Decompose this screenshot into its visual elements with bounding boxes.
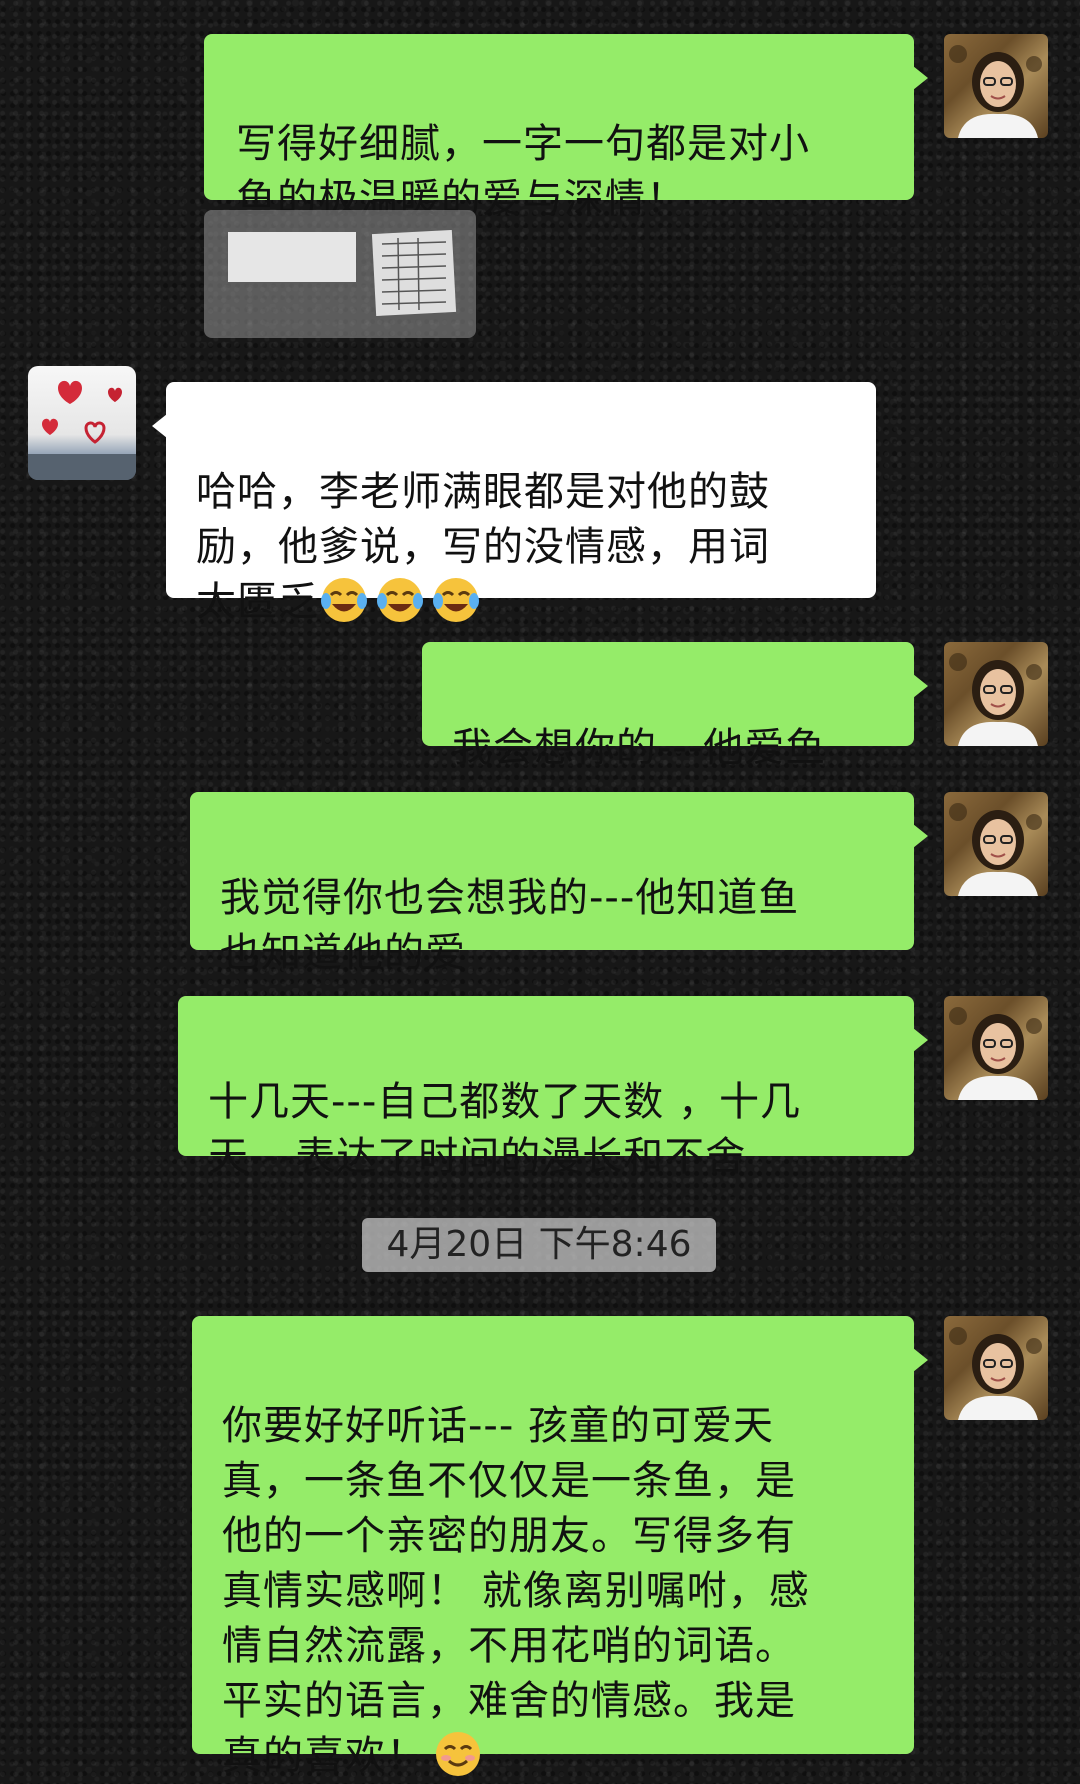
message-bubble-my-3[interactable]: 我觉得你也会想我的---他知道鱼 也知道他的爱 bbox=[190, 792, 928, 976]
my-avatar[interactable] bbox=[944, 34, 1048, 138]
portrait-icon bbox=[949, 653, 1042, 746]
message-text: 我觉得你也会想我的---他知道鱼 也知道他的爱 bbox=[220, 875, 800, 976]
handwritten-page-icon bbox=[371, 230, 457, 316]
hearts-icon bbox=[28, 380, 136, 480]
tears-of-joy-emoji-icon bbox=[377, 578, 423, 622]
tears-of-joy-emoji-icon bbox=[433, 578, 479, 622]
message-text: 十几天---自己都数了天数 ，十几 天---表达了时间的漫长和不舍 bbox=[208, 1079, 802, 1180]
tears-of-joy-emoji-icon bbox=[321, 578, 367, 622]
portrait-icon bbox=[949, 803, 1042, 896]
my-avatar[interactable] bbox=[944, 642, 1048, 746]
message-text: 写得好细腻，一字一句都是对小 鱼的极温暖的爱与深情！ bbox=[236, 121, 810, 222]
message-bubble-contact-1[interactable]: 哈哈，李老师满眼都是对他的鼓 励，他爹说，写的没情感，用词 太匮乏 bbox=[152, 382, 876, 625]
message-bubble-my-4[interactable]: 十几天---自己都数了天数 ，十几 天---表达了时间的漫长和不舍 bbox=[178, 996, 928, 1180]
contact-avatar[interactable] bbox=[28, 366, 136, 480]
message-bubble-my-1[interactable]: 写得好细腻，一字一句都是对小 鱼的极温暖的爱与深情！ bbox=[204, 34, 928, 222]
portrait-icon bbox=[949, 1327, 1042, 1420]
attachment-thumbnail[interactable] bbox=[204, 210, 476, 338]
my-avatar[interactable] bbox=[944, 996, 1048, 1100]
message-text: 你要好好听话--- 孩童的可爱天 真，一条鱼不仅仅是一条鱼，是 他的一个亲密的朋… bbox=[222, 1403, 810, 1779]
timestamp-badge: 4月20日 下午8:46 bbox=[362, 1218, 716, 1272]
my-avatar[interactable] bbox=[944, 1316, 1048, 1420]
my-avatar[interactable] bbox=[944, 792, 1048, 896]
portrait-icon bbox=[949, 1007, 1042, 1100]
message-text: 我会想你的---他爱鱼 bbox=[452, 725, 827, 771]
message-bubble-my-2[interactable]: 我会想你的---他爱鱼 bbox=[422, 642, 928, 771]
message-bubble-my-5[interactable]: 你要好好听话--- 孩童的可爱天 真，一条鱼不仅仅是一条鱼，是 他的一个亲密的朋… bbox=[192, 1316, 928, 1779]
portrait-icon bbox=[949, 45, 1042, 138]
emoji-group bbox=[319, 578, 487, 625]
redacted-block bbox=[228, 232, 356, 282]
smiling-face-emoji-icon bbox=[436, 1732, 480, 1776]
